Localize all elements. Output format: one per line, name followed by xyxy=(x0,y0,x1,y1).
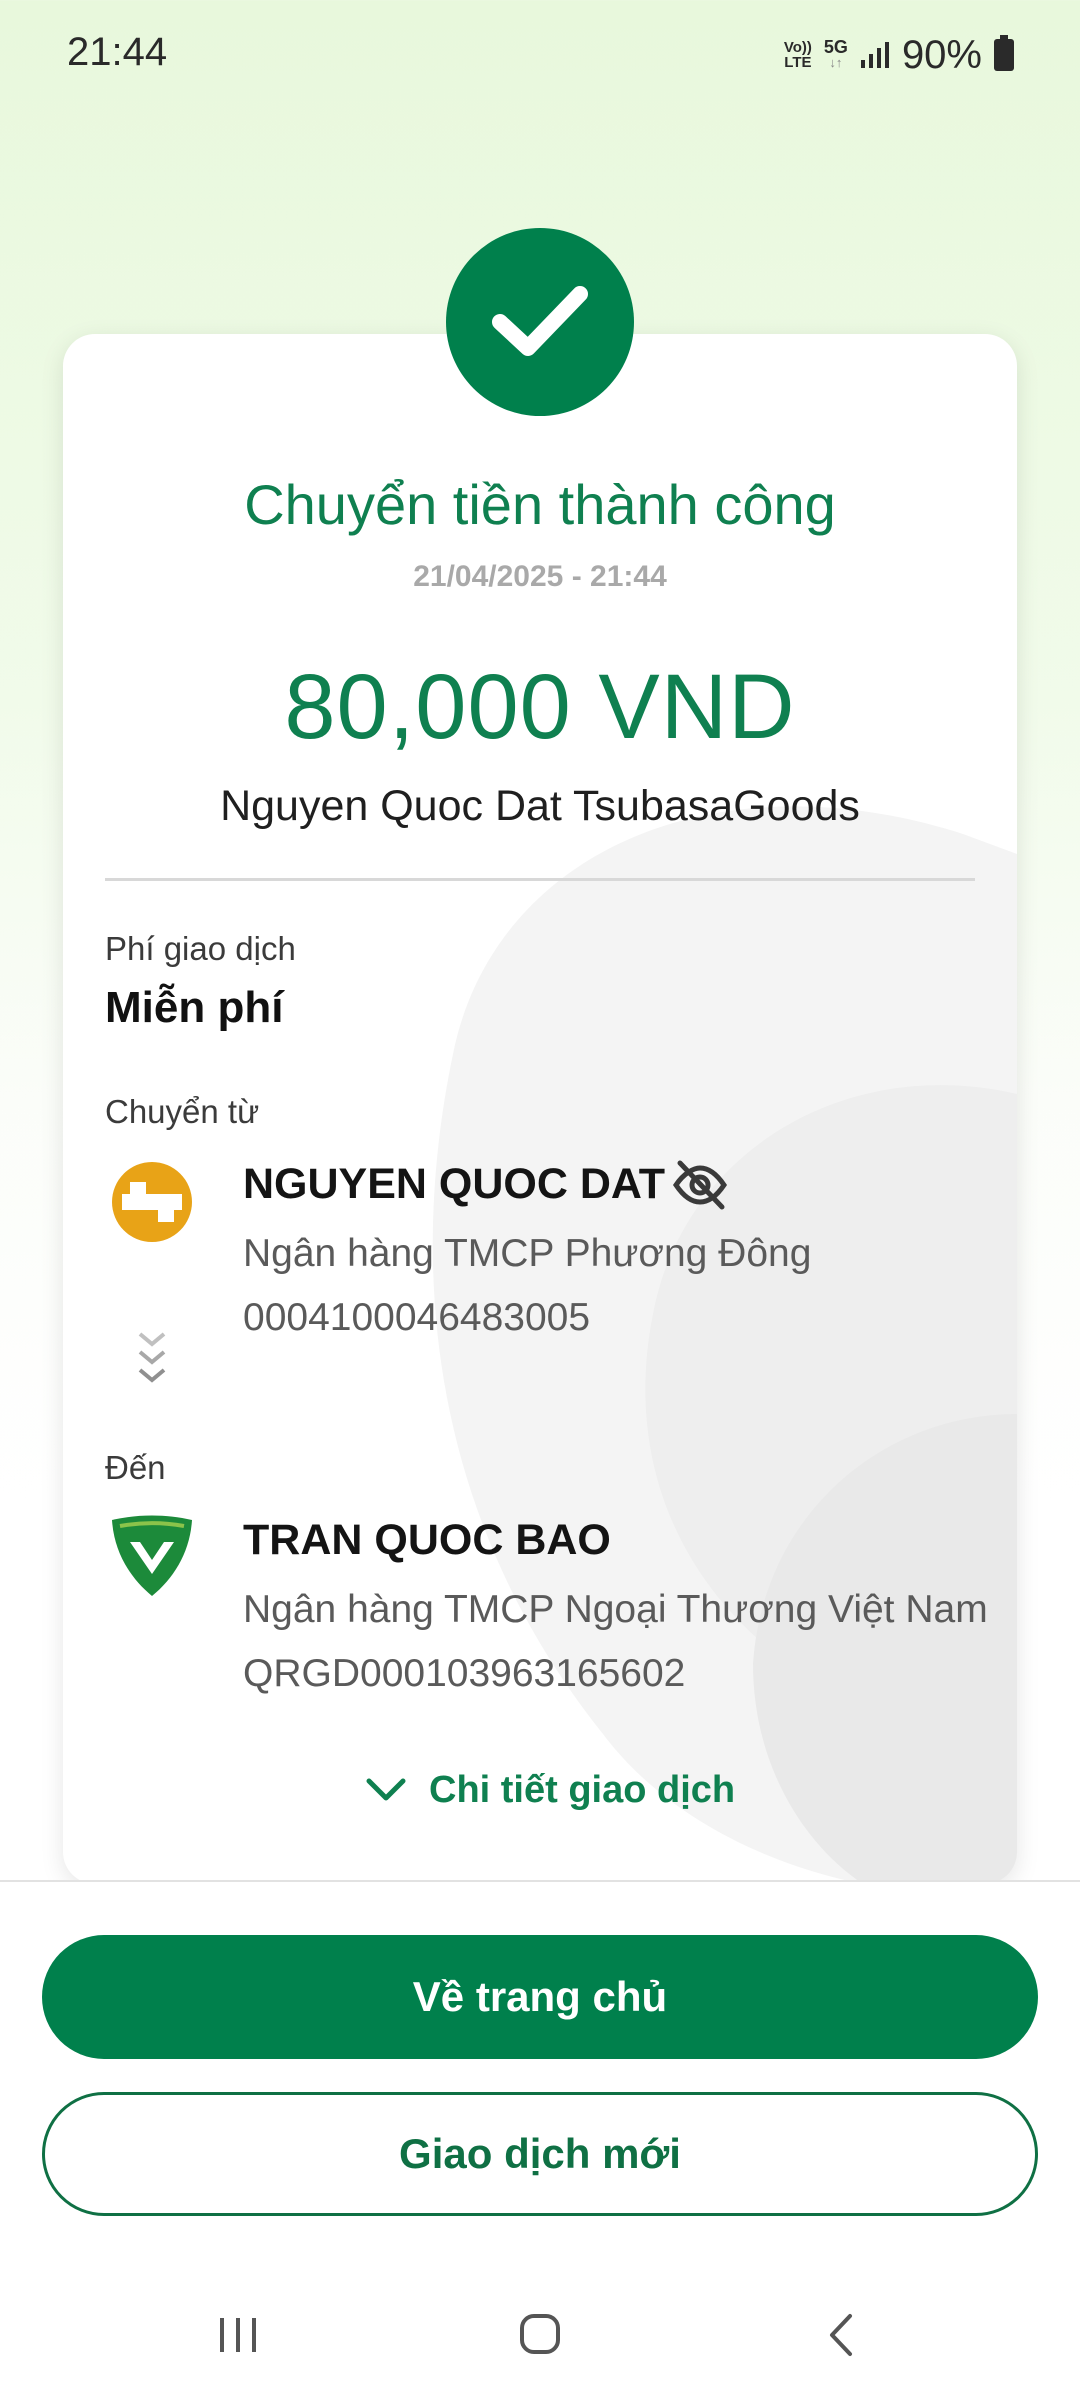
new-transaction-button[interactable]: Giao dịch mới xyxy=(42,2092,1038,2216)
sender-account-number: 0004100046483005 xyxy=(243,1296,591,1339)
transfer-success-title: Chuyển tiền thành công xyxy=(244,473,836,536)
transfer-description: Nguyen Quoc Dat TsubasaGoods xyxy=(220,782,860,830)
to-label: Đến xyxy=(105,1449,166,1486)
status-bar: 21:44 Vo)) LTE 5G ↓↑ 90% xyxy=(0,0,1080,115)
vietcombank-logo-icon xyxy=(112,1515,192,1596)
check-icon xyxy=(492,286,588,356)
transaction-details-label: Chi tiết giao dịch xyxy=(429,1768,736,1811)
sender-bank: Ngân hàng TMCP Phương Đông xyxy=(243,1232,812,1275)
ocb-bank-logo-icon xyxy=(112,1162,192,1242)
volte-indicator: Vo)) LTE xyxy=(783,39,812,71)
home-button[interactable]: Về trang chủ xyxy=(42,1935,1038,2059)
recipient-bank: Ngân hàng TMCP Ngoại Thương Việt Nam xyxy=(243,1588,988,1631)
back-icon[interactable] xyxy=(812,2310,872,2360)
fee-value: Miễn phí xyxy=(105,983,284,1032)
fee-label: Phí giao dịch xyxy=(105,930,296,967)
chevrons-down-icon xyxy=(138,1332,166,1383)
transaction-datetime: 21/04/2025 - 21:44 xyxy=(413,560,667,593)
success-badge xyxy=(446,228,634,416)
divider xyxy=(105,878,975,881)
transfer-amount: 80,000 VND xyxy=(284,656,796,758)
battery-icon xyxy=(994,35,1014,71)
home-icon[interactable] xyxy=(510,2310,570,2360)
recipient-account-number: QRGD000103963165602 xyxy=(243,1652,686,1695)
network-5g-indicator: 5G ↓↑ xyxy=(823,37,848,70)
recipient-name: TRAN QUOC BAO xyxy=(243,1516,611,1564)
recent-apps-icon[interactable] xyxy=(208,2310,268,2360)
eye-off-icon[interactable] xyxy=(670,1155,730,1215)
battery-percent: 90% xyxy=(901,32,982,77)
from-label: Chuyển từ xyxy=(105,1093,260,1130)
transaction-details-toggle[interactable]: Chi tiết giao dịch xyxy=(365,1765,735,1815)
signal-icon xyxy=(860,42,889,68)
status-icons: Vo)) LTE 5G ↓↑ 90% xyxy=(784,30,1014,80)
sender-name: NGUYEN QUOC DAT xyxy=(243,1160,666,1208)
navigation-bar xyxy=(0,2290,1080,2380)
status-time: 21:44 xyxy=(67,30,168,74)
chevron-down-icon xyxy=(366,1778,406,1801)
